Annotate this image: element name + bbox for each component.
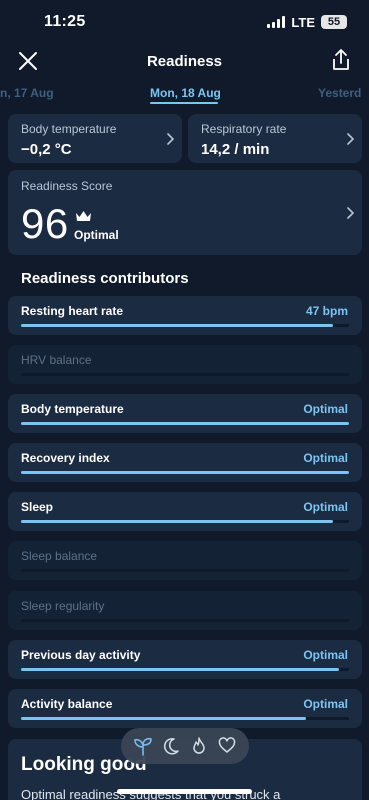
score-label: Readiness Score: [21, 179, 113, 193]
contributor-value: Optimal: [303, 451, 348, 465]
contributor-previous-day-activity[interactable]: Previous day activity Optimal: [8, 640, 362, 679]
contributor-track: [21, 422, 349, 425]
readiness-score-card[interactable]: Readiness Score 96 Optimal: [8, 170, 362, 255]
tab-bar: [121, 728, 249, 764]
contributor-progress: [21, 668, 340, 671]
contributor-track: [21, 373, 349, 376]
contributor-track: [21, 520, 349, 523]
metric-value: −0,2 °C: [21, 141, 72, 158]
contributor-progress: [21, 324, 333, 327]
contributor-progress: [21, 422, 349, 425]
moon-icon: [163, 738, 179, 755]
signal-icon: [267, 16, 286, 28]
status-bar: 11:25 LTE 55: [0, 0, 369, 44]
chevron-right-icon: [347, 207, 354, 219]
battery-icon: 55: [321, 15, 347, 29]
contributor-label: Body temperature: [21, 402, 124, 416]
contributor-label: Resting heart rate: [21, 304, 124, 318]
contributor-track: [21, 619, 349, 622]
network-type: LTE: [291, 14, 315, 30]
contributor-track: [21, 471, 349, 474]
contributor-track: [21, 668, 349, 671]
date-selector: n, 17 Aug Mon, 18 Aug Yesterd: [0, 82, 369, 106]
date-current[interactable]: Mon, 18 Aug: [150, 86, 221, 100]
contributor-label: Previous day activity: [21, 648, 141, 662]
share-icon[interactable]: [330, 48, 352, 72]
contributor-sleep[interactable]: Sleep Optimal: [8, 492, 362, 531]
contributor-value: Optimal: [303, 500, 348, 514]
contributor-sleep-regularity[interactable]: Sleep regularity: [8, 591, 362, 630]
metric-label: Body temperature: [21, 122, 117, 136]
contributor-track: [21, 324, 349, 327]
contributor-label: Recovery index: [21, 451, 110, 465]
date-next[interactable]: Yesterd: [318, 86, 369, 100]
contributors-title: Readiness contributors: [21, 270, 189, 287]
tab-readiness[interactable]: [133, 736, 153, 756]
heart-icon: [218, 737, 236, 753]
contributor-hrv-balance[interactable]: HRV balance: [8, 345, 362, 384]
contributor-activity-balance[interactable]: Activity balance Optimal: [8, 689, 362, 728]
contributor-track: [21, 569, 349, 572]
chevron-right-icon: [347, 133, 354, 145]
contributor-value: Optimal: [303, 402, 348, 416]
score-value: 96: [21, 200, 69, 247]
crown-icon: [76, 211, 91, 221]
contributor-label: HRV balance: [21, 353, 92, 367]
chevron-right-icon: [167, 133, 174, 145]
contributor-label: Activity balance: [21, 697, 113, 711]
contributor-value: 47 bpm: [305, 304, 348, 318]
header: Readiness: [0, 44, 369, 78]
contributor-label: Sleep balance: [21, 549, 98, 563]
sprout-icon: [134, 737, 152, 756]
contributor-resting-heart-rate[interactable]: Resting heart rate 47 bpm: [8, 296, 362, 335]
page-title: Readiness: [146, 52, 223, 70]
metric-value: 14,2 / min: [201, 141, 270, 158]
home-indicator: [117, 789, 252, 794]
tab-heart[interactable]: [217, 736, 237, 756]
contributor-label: Sleep regularity: [21, 599, 105, 613]
contributor-progress: [21, 717, 307, 720]
contributor-label: Sleep: [21, 500, 54, 514]
tab-sleep[interactable]: [161, 736, 181, 756]
contributor-value: Optimal: [303, 648, 348, 662]
tab-activity[interactable]: [189, 736, 209, 756]
date-previous[interactable]: n, 17 Aug: [0, 86, 54, 100]
contributor-value: Optimal: [303, 697, 348, 711]
contributor-body-temperature[interactable]: Body temperature Optimal: [8, 394, 362, 433]
flame-icon: [193, 737, 205, 754]
metric-card-body-temperature[interactable]: Body temperature −0,2 °C: [8, 114, 182, 163]
contributor-sleep-balance[interactable]: Sleep balance: [8, 541, 362, 580]
contributor-progress: [21, 471, 349, 474]
score-status: Optimal: [74, 228, 119, 242]
metric-card-respiratory-rate[interactable]: Respiratory rate 14,2 / min: [188, 114, 362, 163]
close-icon[interactable]: [17, 50, 39, 72]
contributor-track: [21, 717, 349, 720]
status-time: 11:25: [44, 13, 86, 30]
status-indicators: LTE 55: [267, 15, 347, 30]
contributor-recovery-index[interactable]: Recovery index Optimal: [8, 443, 362, 482]
date-current-underline: [150, 102, 218, 104]
contributor-progress: [21, 520, 333, 523]
metric-label: Respiratory rate: [201, 122, 287, 136]
